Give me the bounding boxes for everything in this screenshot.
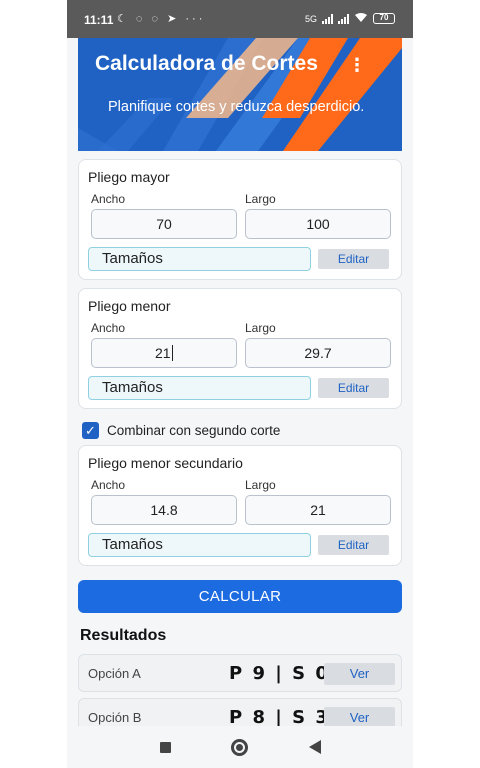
width-label: Ancho — [91, 321, 126, 335]
width-input-value: 21 — [154, 345, 171, 361]
wifi-icon — [354, 12, 368, 25]
card-pliego-menor: Pliego menor Ancho Largo 21 29.7 Tamaños… — [78, 288, 402, 409]
length-input[interactable]: 21 — [245, 495, 391, 525]
recent-apps-icon[interactable] — [160, 742, 171, 753]
home-icon[interactable] — [231, 739, 248, 756]
length-label: Largo — [245, 192, 276, 206]
edit-button[interactable]: Editar — [318, 535, 389, 555]
text-cursor — [171, 345, 174, 361]
app-screen: 11:11 ☾ ◌ ◌ ➤ ··· 5G 70 Calculadora de C… — [67, 0, 413, 768]
calculate-button[interactable]: CALCULAR — [78, 580, 402, 613]
notification-icons: ☾ ◌ ◌ ➤ ··· — [117, 13, 206, 25]
length-label: Largo — [245, 478, 276, 492]
card-pliego-mayor: Pliego mayor Ancho Largo 70 100 Tamaños … — [78, 159, 402, 280]
header-banner: Calculadora de Cortes ⋮ Planifique corte… — [78, 38, 402, 151]
results-title: Resultados — [80, 627, 167, 644]
network-type-label: 5G — [304, 13, 317, 24]
overflow-menu-icon[interactable]: ⋮ — [348, 56, 366, 74]
length-input[interactable]: 29.7 — [245, 338, 391, 368]
sizes-dropdown[interactable]: Tamaños — [88, 247, 311, 271]
result-label: Opción A — [88, 666, 141, 681]
app-title: Calculadora de Cortes — [95, 52, 318, 75]
app-subtitle: Planifique cortes y reduzca desperdicio. — [108, 99, 365, 115]
view-button[interactable]: Ver — [324, 663, 395, 685]
result-value: P 9 | S 0 — [229, 663, 330, 684]
back-icon[interactable] — [309, 740, 321, 754]
length-label: Largo — [245, 321, 276, 335]
width-label: Ancho — [91, 478, 126, 492]
checkbox-icon[interactable]: ✓ — [82, 421, 99, 439]
length-input[interactable]: 100 — [245, 209, 391, 239]
card-title: Pliego menor secundario — [88, 455, 243, 471]
combine-label: Combinar con segundo corte — [107, 422, 281, 438]
signal-icon — [322, 13, 333, 24]
sizes-dropdown[interactable]: Tamaños — [88, 533, 311, 557]
card-title: Pliego menor — [88, 298, 171, 314]
status-right-icons: 5G 70 — [305, 12, 395, 25]
card-title: Pliego mayor — [88, 169, 170, 185]
card-pliego-secundario: Pliego menor secundario Ancho Largo 14.8… — [78, 445, 402, 566]
combine-second-cut-row[interactable]: ✓ Combinar con segundo corte — [82, 421, 280, 439]
edit-button[interactable]: Editar — [318, 378, 389, 398]
battery-icon: 70 — [373, 13, 395, 24]
system-nav-bar — [67, 726, 413, 768]
width-input[interactable]: 70 — [91, 209, 237, 239]
status-time: 11:11 — [84, 13, 114, 27]
result-value: P 8 | S 3 — [229, 707, 330, 728]
status-bar: 11:11 ☾ ◌ ◌ ➤ ··· 5G 70 — [67, 0, 413, 38]
edit-button[interactable]: Editar — [318, 249, 389, 269]
width-input[interactable]: 14.8 — [91, 495, 237, 525]
result-label: Opción B — [88, 710, 142, 725]
width-input[interactable]: 21 — [91, 338, 237, 368]
sizes-dropdown[interactable]: Tamaños — [88, 376, 311, 400]
result-option-a: Opción A P 9 | S 0 Ver — [78, 654, 402, 692]
width-label: Ancho — [91, 192, 126, 206]
signal-2-icon — [338, 13, 349, 24]
